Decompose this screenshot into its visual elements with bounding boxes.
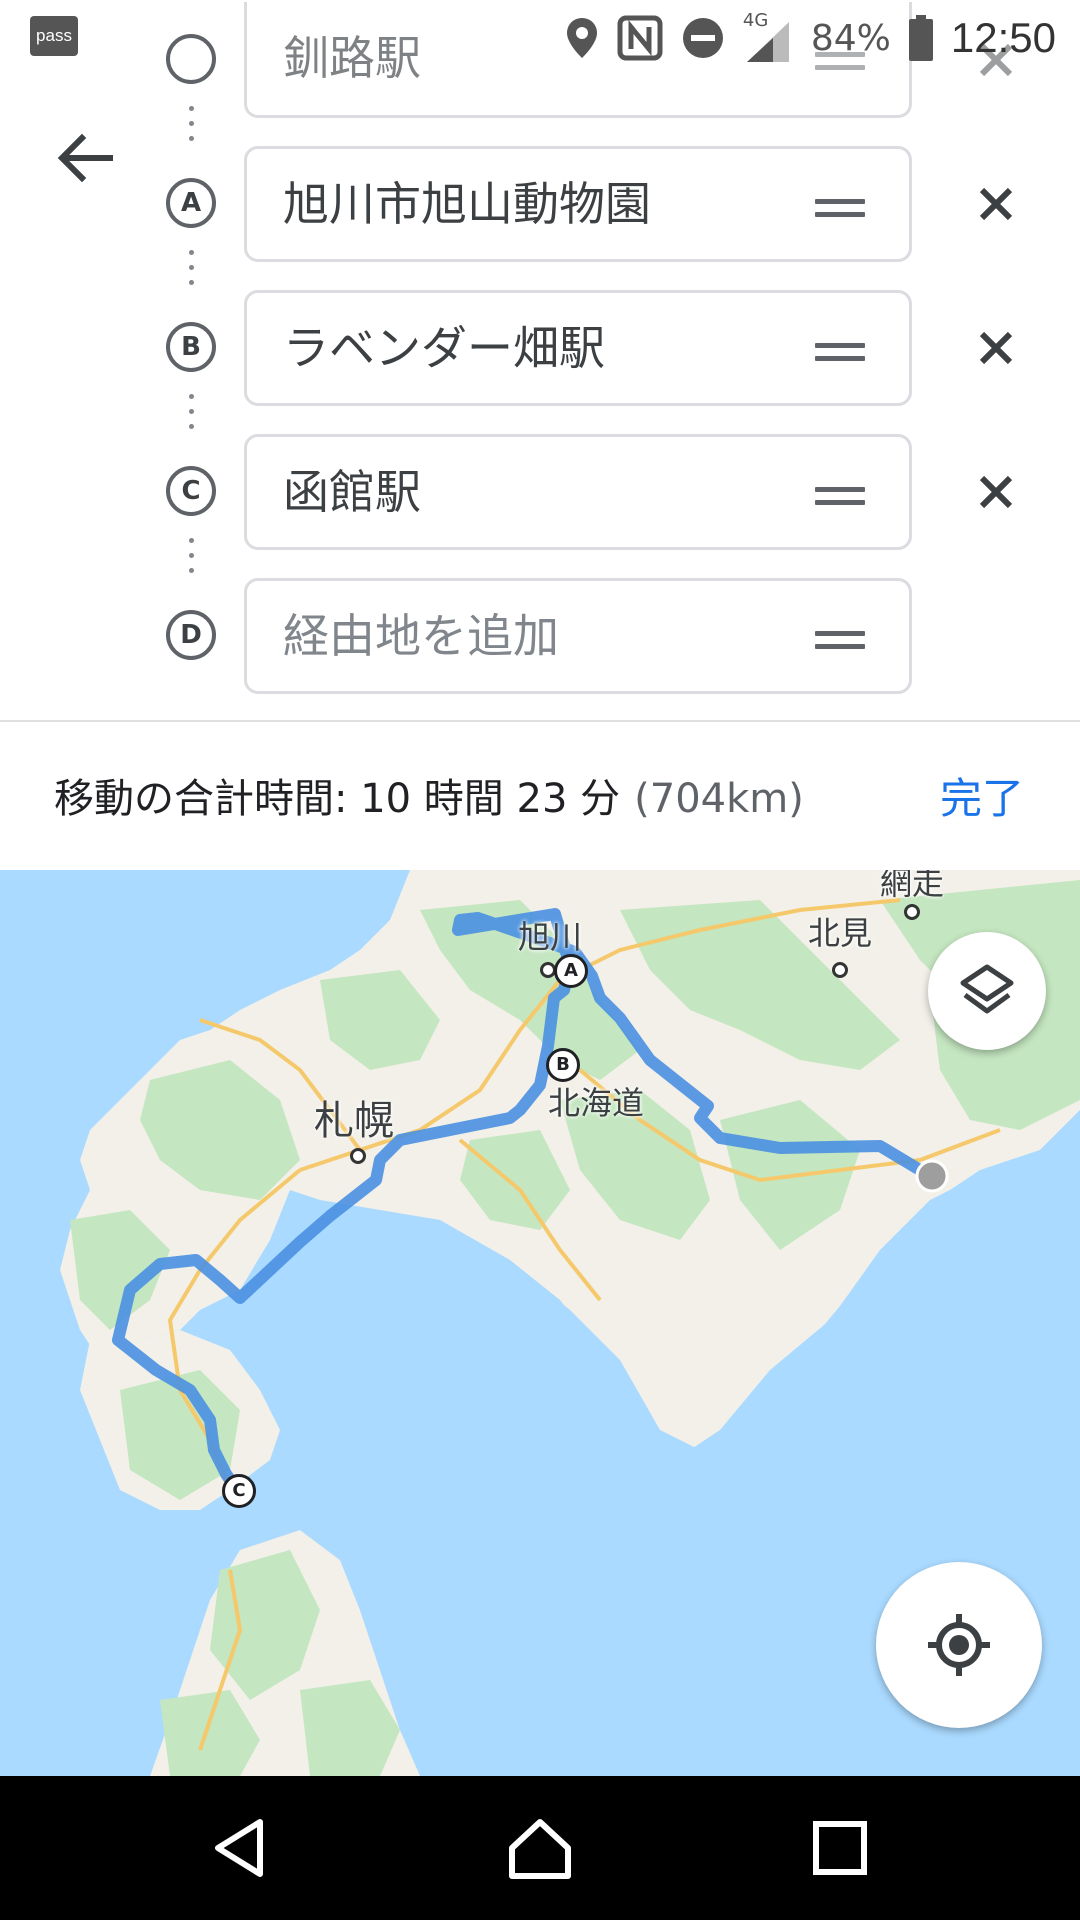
map-label-kitami: 北見 (808, 914, 873, 952)
nav-recents-icon[interactable] (808, 1816, 872, 1880)
clock: 12:50 (950, 14, 1056, 61)
remove-stop-icon[interactable] (972, 468, 1020, 516)
city-dot-abashiri (904, 904, 920, 920)
stop-row-d: D 経由地を追加 (0, 578, 1080, 696)
drag-handle-icon[interactable] (815, 487, 865, 505)
city-dot-sapporo (350, 1148, 366, 1164)
map-label-hokkaido: 北海道 (548, 1084, 645, 1122)
do-not-disturb-icon (682, 18, 723, 58)
location-icon (566, 18, 597, 58)
system-nav-bar (0, 1776, 1080, 1920)
stop-c-text: 函館駅 (283, 465, 421, 519)
stop-b-text: ラベンダー畑駅 (283, 321, 605, 375)
map-pin-c[interactable]: C (222, 1474, 256, 1508)
stop-marker-d: D (166, 610, 216, 660)
status-bar: pass 4G 84% 12:50 (0, 0, 1080, 76)
nav-home-icon[interactable] (508, 1816, 572, 1880)
drag-handle-icon[interactable] (815, 343, 865, 361)
stop-marker-a: A (166, 178, 216, 228)
remove-stop-icon[interactable] (972, 180, 1020, 228)
battery-percent: 84% (810, 17, 891, 59)
map-pin-b[interactable]: B (546, 1048, 580, 1082)
total-time: 移動の合計時間: 10 時間 23 分 (54, 776, 621, 822)
route-dots (189, 538, 194, 583)
stop-a-field[interactable]: 旭川市旭山動物園 (244, 146, 912, 262)
map-label-abashiri: 網走 (880, 870, 945, 902)
my-location-icon (928, 1614, 990, 1676)
drag-handle-icon[interactable] (815, 199, 865, 217)
stop-b-field[interactable]: ラベンダー畑駅 (244, 290, 912, 406)
directions-panel: 釧路駅 A 旭川市旭山動物園 B ラベンダー畑駅 C 函館駅 D 経由地を追加 (0, 0, 1080, 722)
route-dots (189, 106, 194, 151)
map-layers-button[interactable] (928, 932, 1046, 1050)
total-distance: (704km) (634, 776, 804, 822)
stop-row-c: C 函館駅 (0, 434, 1080, 552)
status-icons: 4G 84% 12:50 (565, 10, 1056, 66)
map-label-sapporo: 札幌 (314, 1098, 394, 1144)
done-button[interactable]: 完了 (940, 722, 1024, 876)
total-time-text: 移動の合計時間: 10 時間 23 分 (704km) (54, 722, 804, 876)
stop-row-a: A 旭川市旭山動物園 (0, 146, 1080, 264)
stop-marker-b: B (166, 322, 216, 372)
route-dots (189, 250, 194, 295)
map-label-asahikawa: 旭川 (518, 918, 583, 956)
my-location-button[interactable] (876, 1562, 1042, 1728)
signal-icon: 4G (743, 10, 793, 64)
map-view[interactable]: 網走 旭川 北見 北海道 札幌 A B C (0, 870, 1080, 1776)
route-origin-point (915, 1159, 949, 1193)
nfc-icon (617, 15, 663, 61)
stop-row-b: B ラベンダー畑駅 (0, 290, 1080, 408)
stop-c-field[interactable]: 函館駅 (244, 434, 912, 550)
stop-marker-c: C (166, 466, 216, 516)
battery-icon (908, 15, 933, 61)
city-dot-kitami (832, 962, 848, 978)
add-stop-field[interactable]: 経由地を追加 (244, 578, 912, 694)
pass-app-icon: pass (30, 16, 78, 56)
drag-handle-icon[interactable] (815, 631, 865, 649)
stop-a-text: 旭川市旭山動物園 (283, 177, 651, 231)
route-summary: 移動の合計時間: 10 時間 23 分 (704km) 完了 (0, 722, 1080, 870)
map-pin-a[interactable]: A (554, 954, 588, 988)
route-dots (189, 394, 194, 439)
remove-stop-icon[interactable] (972, 324, 1020, 372)
nav-back-icon[interactable] (210, 1816, 274, 1880)
layers-icon (960, 964, 1014, 1014)
add-stop-placeholder: 経由地を追加 (283, 609, 559, 663)
